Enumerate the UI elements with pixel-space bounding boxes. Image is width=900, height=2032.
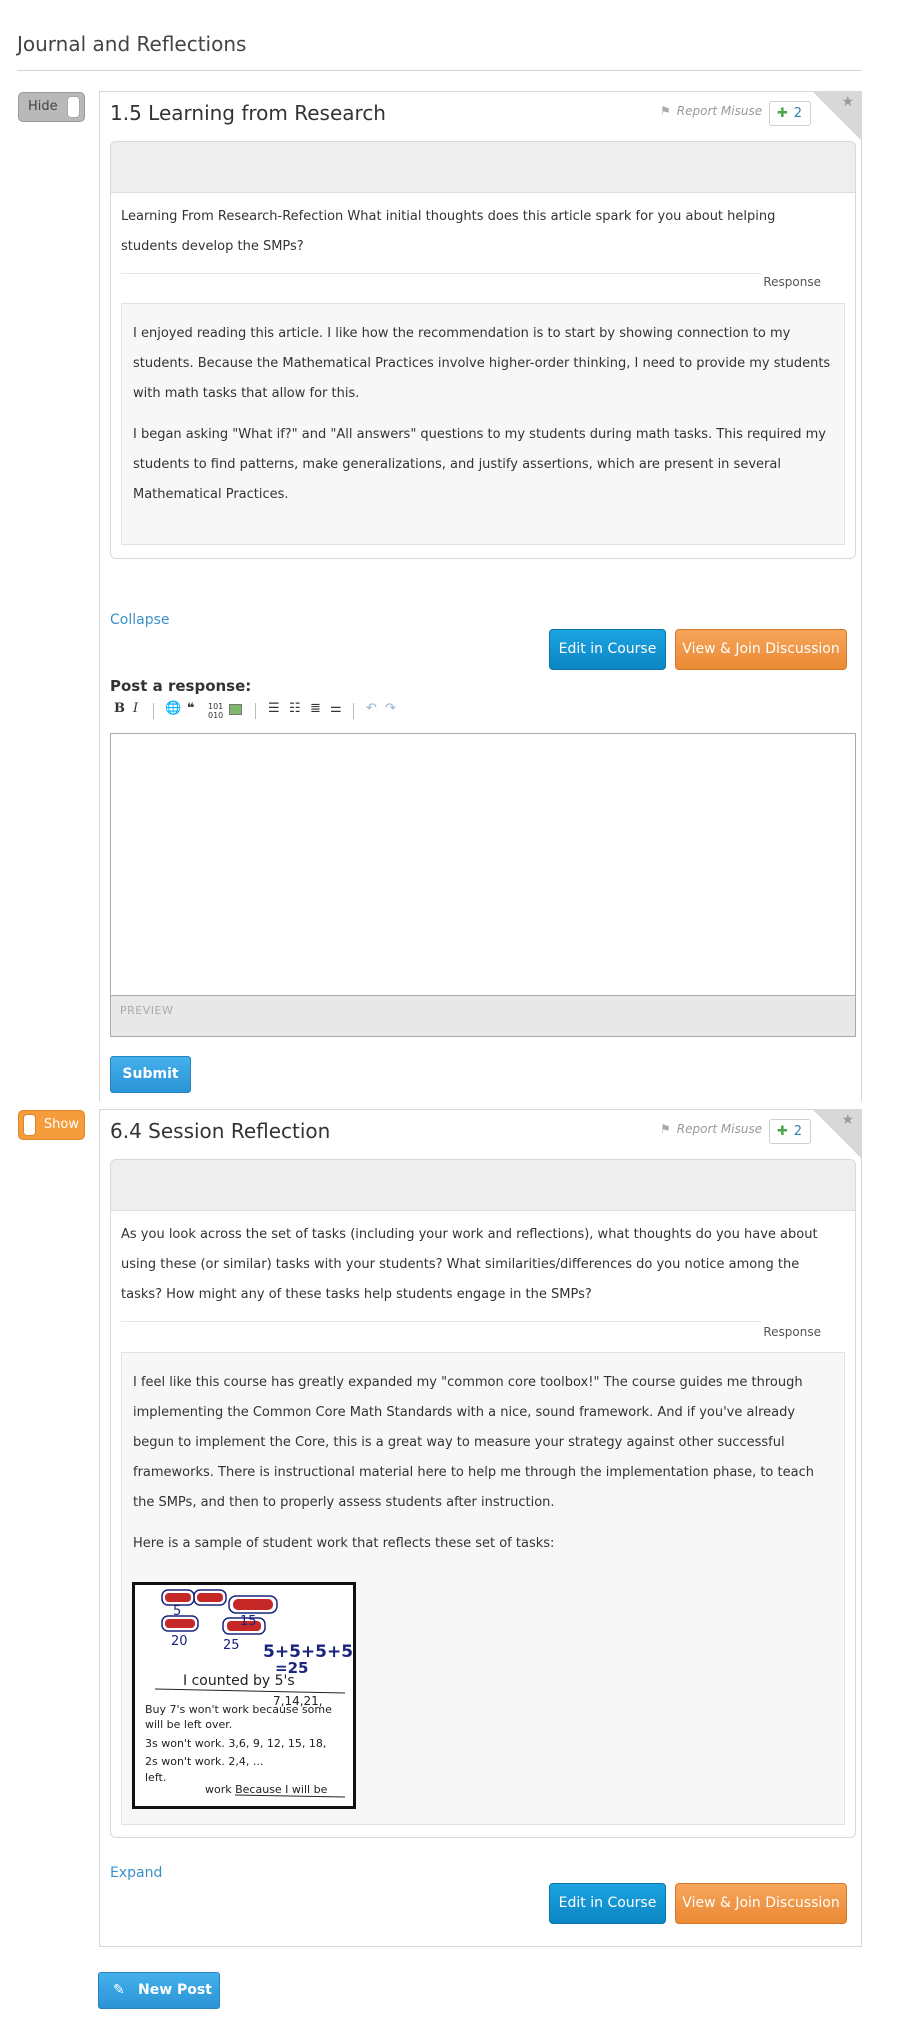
response-label: Response [763, 1325, 821, 1339]
response-box: I enjoyed reading this article. I like h… [121, 303, 845, 545]
response-paragraph: I enjoyed reading this article. I like h… [133, 326, 831, 401]
student-line: 2s won't work. 2,4, ... [145, 1755, 263, 1768]
image-icon[interactable] [229, 704, 242, 715]
blockquote-icon[interactable]: ❝ [187, 701, 195, 716]
numbered-list-icon[interactable]: ☰ [268, 701, 280, 716]
report-label: Report Misuse [676, 1122, 763, 1136]
plus-icon: ✚ [777, 1124, 788, 1139]
vote-button[interactable]: ✚ 2 [769, 101, 811, 126]
toggle-knob [67, 96, 80, 118]
content-header-bar [111, 142, 855, 193]
star-icon[interactable]: ★ [841, 94, 854, 110]
hide-toggle[interactable]: Hide [18, 92, 85, 122]
flag-icon: ⚑ [660, 104, 671, 118]
expand-link[interactable]: Expand [110, 1865, 162, 1881]
post-content-panel: Learning From Research-Refection What in… [110, 141, 856, 559]
response-divider [121, 273, 761, 274]
report-misuse-link[interactable]: ⚑ Report Misuse [660, 1122, 762, 1136]
response-paragraph: I feel like this course has greatly expa… [133, 1375, 814, 1510]
show-toggle[interactable]: Show [18, 1110, 85, 1140]
italic-icon[interactable]: I [133, 701, 138, 716]
post-title: 1.5 Learning from Research [110, 101, 386, 125]
page-title: Journal and Reflections [17, 32, 247, 56]
collapse-link[interactable]: Collapse [110, 612, 170, 628]
prompt-text: As you look across the set of tasks (inc… [121, 1227, 818, 1302]
response-divider [121, 1321, 761, 1322]
student-line: 3s won't work. 3,6, 9, 12, 15, 18, [145, 1737, 326, 1750]
redo-icon[interactable]: ↷ [385, 701, 396, 716]
student-number: 20 [171, 1634, 188, 1649]
toolbar-separator [153, 703, 154, 719]
post-title: 6.4 Session Reflection [110, 1119, 331, 1143]
title-divider [17, 70, 862, 71]
bold-icon[interactable]: B [114, 701, 125, 716]
response-label: Response [763, 275, 821, 289]
horizontal-rule-icon[interactable]: ⚌ [330, 701, 342, 716]
vote-count: 2 [793, 106, 802, 121]
post-content-panel: As you look across the set of tasks (inc… [110, 1159, 856, 1838]
response-editor[interactable] [110, 733, 856, 996]
response-paragraph: I began asking "What if?" and "All answe… [133, 427, 827, 502]
editor-toolbar: B I 🌐 ❝ 101 010 ☰ ☷ ≣ ⚌ ↶ ↷ [114, 701, 414, 721]
plus-icon: ✚ [777, 106, 788, 121]
vote-button[interactable]: ✚ 2 [769, 1119, 811, 1144]
bullet-list-icon[interactable]: ☷ [289, 701, 301, 716]
view-join-discussion-button[interactable]: View & Join Discussion [675, 629, 847, 670]
student-line: work Because I will be [205, 1783, 328, 1796]
toolbar-separator [353, 703, 354, 719]
edit-icon: ✎ [113, 1982, 125, 1998]
student-number: 5 [173, 1604, 181, 1619]
response-box: I feel like this course has greatly expa… [121, 1352, 845, 1825]
student-line: left. [145, 1771, 166, 1784]
edit-in-course-button[interactable]: Edit in Course [549, 1883, 666, 1924]
response-paragraph: Here is a sample of student work that re… [133, 1536, 555, 1551]
submit-button[interactable]: Submit [110, 1056, 191, 1093]
report-misuse-link[interactable]: ⚑ Report Misuse [660, 104, 762, 118]
vote-count: 2 [793, 1124, 802, 1139]
flag-icon: ⚑ [660, 1122, 671, 1136]
prompt-text: Learning From Research-Refection What in… [121, 209, 776, 254]
undo-icon[interactable]: ↶ [366, 701, 377, 716]
view-join-discussion-button[interactable]: View & Join Discussion [675, 1883, 847, 1924]
toggle-label: Hide [28, 99, 58, 114]
link-icon[interactable]: 🌐 [165, 701, 181, 716]
new-post-label: New Post [138, 1982, 212, 1998]
code-icon[interactable]: 101 010 [208, 702, 223, 720]
student-number: 15 [240, 1614, 257, 1629]
student-line: Buy 7's won't work because some [145, 1703, 332, 1716]
student-work-image: 5 15 20 25 5+5+5+5+5 =25 I counted by 5'… [132, 1582, 356, 1809]
heading-icon[interactable]: ≣ [310, 701, 321, 716]
student-line: will be left over. [145, 1718, 232, 1731]
corner-ribbon [812, 91, 862, 141]
star-icon[interactable]: ★ [841, 1112, 854, 1128]
student-number: 25 [223, 1638, 240, 1653]
student-line: I counted by 5's [183, 1673, 295, 1689]
new-post-button[interactable]: ✎ New Post [98, 1972, 220, 2009]
post-response-heading: Post a response: [110, 677, 252, 695]
edit-in-course-button[interactable]: Edit in Course [549, 629, 666, 670]
content-header-bar [111, 1160, 855, 1211]
corner-ribbon [812, 1109, 862, 1159]
post-card: ★ 6.4 Session Reflection ⚑ Report Misuse … [99, 1109, 862, 1947]
post-card: ★ 1.5 Learning from Research ⚑ Report Mis… [99, 91, 862, 1101]
report-label: Report Misuse [676, 104, 763, 118]
toolbar-separator [255, 703, 256, 719]
toggle-label: Show [43, 1117, 79, 1132]
toggle-knob [23, 1114, 36, 1136]
preview-area: PREVIEW [110, 996, 856, 1037]
